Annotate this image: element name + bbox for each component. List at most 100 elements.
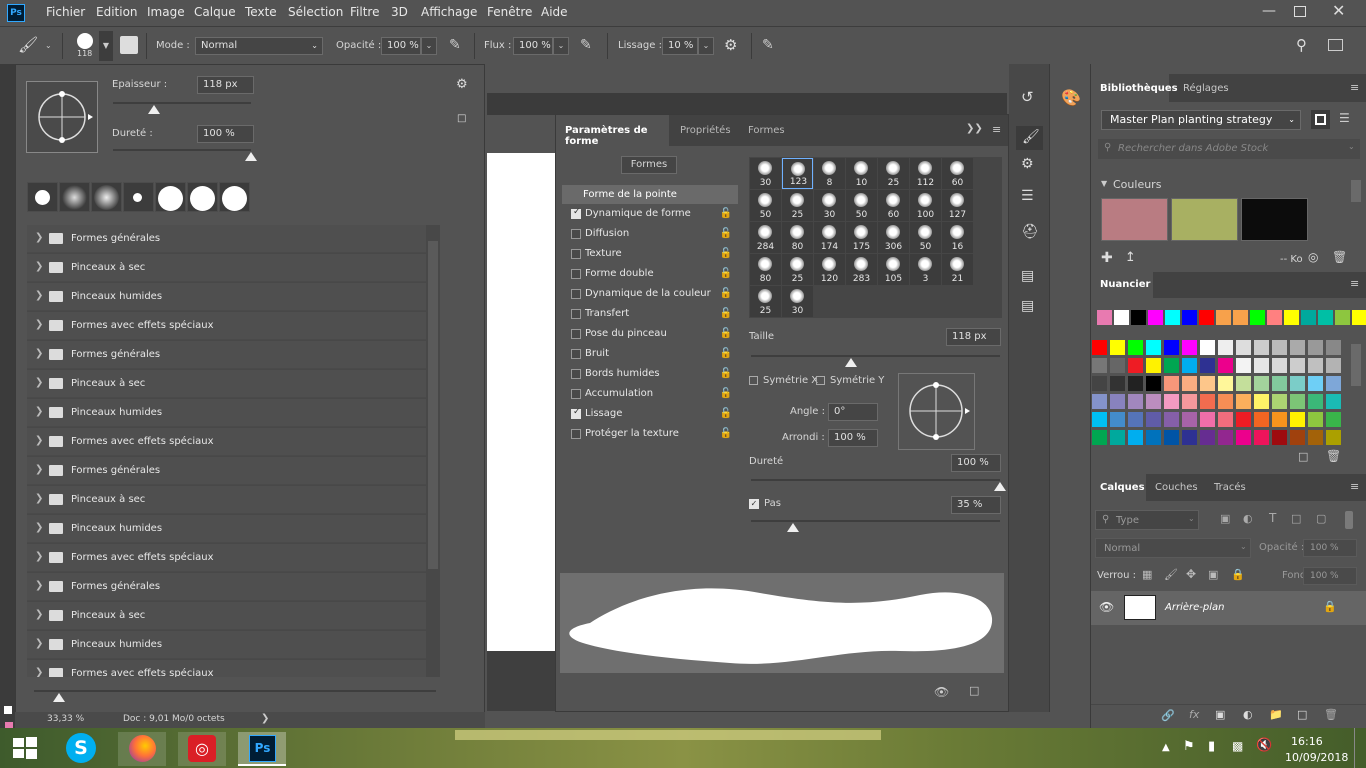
brush-tip-shape-item[interactable]: Forme de la pointe: [562, 185, 738, 204]
network-icon[interactable]: ▩: [1232, 739, 1243, 753]
library-color-swatch[interactable]: [1171, 198, 1238, 241]
brush-folder-row[interactable]: ❯ Formes générales: [27, 341, 426, 369]
swatch[interactable]: [1254, 430, 1269, 445]
option-label[interactable]: Bords humides: [585, 368, 660, 379]
filter-pixel-icon[interactable]: ▣: [1220, 512, 1230, 525]
flag-icon[interactable]: ⚑: [1183, 739, 1195, 754]
menu-filtre[interactable]: Filtre: [350, 5, 379, 19]
library-color-swatch[interactable]: [1101, 198, 1168, 241]
size-slider-thumb[interactable]: [844, 358, 857, 367]
hardness-slider-thumb[interactable]: [994, 482, 1006, 491]
option-label[interactable]: Forme double: [585, 268, 654, 279]
windows-start-icon[interactable]: [12, 736, 38, 760]
clock-time[interactable]: 16:16: [1291, 735, 1323, 748]
tab-channels[interactable]: Couches: [1155, 482, 1198, 493]
brush-folder-row[interactable]: ❯ Pinceaux humides: [27, 399, 426, 427]
swatch[interactable]: [1326, 430, 1341, 445]
recent-brush[interactable]: [155, 182, 186, 212]
swatch[interactable]: [1290, 394, 1305, 409]
recent-brush[interactable]: [219, 182, 250, 212]
brush-tip-cell[interactable]: 80: [750, 254, 781, 285]
swatch[interactable]: [1110, 430, 1125, 445]
gear-icon[interactable]: ⚙: [724, 36, 737, 54]
swatch[interactable]: [1272, 430, 1287, 445]
menu-fenetre[interactable]: Fenêtre: [487, 5, 532, 19]
swatch[interactable]: [1164, 430, 1179, 445]
brush-tip-cell[interactable]: 16: [942, 222, 973, 253]
swatch[interactable]: [1308, 376, 1323, 391]
brush-folder-row[interactable]: ❯ Pinceaux humides: [27, 283, 426, 311]
tab-adjustments[interactable]: Réglages: [1183, 83, 1229, 94]
brush-tip-cell[interactable]: 25: [782, 190, 813, 221]
brush-tip-cell[interactable]: 30: [750, 158, 781, 189]
brush-folder-row[interactable]: ❯ Pinceaux humides: [27, 515, 426, 543]
brush-option-row[interactable]: Accumulation 🔓: [562, 384, 738, 404]
swatch[interactable]: [1182, 430, 1197, 445]
swatch[interactable]: [1146, 430, 1161, 445]
brush-tip-cell[interactable]: 174: [814, 222, 845, 253]
picker-size-field[interactable]: 118 px: [197, 76, 254, 94]
swatch[interactable]: [1128, 394, 1143, 409]
list-view-icon[interactable]: ☰: [1339, 111, 1350, 125]
lock-icon[interactable]: 🔓: [720, 388, 732, 399]
chevron-right-icon[interactable]: ❯: [35, 667, 43, 677]
option-checkbox[interactable]: [571, 389, 581, 399]
document-canvas[interactable]: [487, 153, 556, 651]
airbrush-icon[interactable]: ✎: [580, 37, 592, 53]
brush-tip-cell[interactable]: 25: [750, 286, 781, 317]
mode-select[interactable]: Normal ⌄: [195, 37, 323, 55]
folder-list-scrollbar[interactable]: [428, 241, 438, 569]
brush-tip-cell[interactable]: 100: [910, 190, 941, 221]
brush-folder-row[interactable]: ❯ Formes avec effets spéciaux: [27, 428, 426, 456]
option-label[interactable]: Dynamique de la couleur: [585, 288, 711, 299]
chevron-down-icon[interactable]: ⌄: [45, 41, 52, 50]
lock-icon[interactable]: 🔓: [720, 208, 732, 219]
preview-size-thumb[interactable]: [53, 693, 65, 702]
brush-preview-icon[interactable]: [77, 33, 93, 49]
brush-option-row[interactable]: ✓ Lissage 🔓: [562, 404, 738, 424]
brush-tip-cell[interactable]: 306: [878, 222, 909, 253]
new-preset-icon[interactable]: □: [457, 113, 466, 124]
swatch[interactable]: [1164, 340, 1179, 355]
brush-folder-row[interactable]: ❯ Formes générales: [27, 457, 426, 485]
brush-folder-row[interactable]: ❯ Pinceaux à sec: [27, 370, 426, 398]
brush-tip-cell[interactable]: 283: [846, 254, 877, 285]
swatch[interactable]: [1218, 340, 1233, 355]
option-label[interactable]: Texture: [585, 248, 622, 259]
photoshop-taskbar-button[interactable]: Ps: [238, 732, 286, 766]
zoom-level[interactable]: 33,33 %: [47, 714, 84, 724]
filter-toggle[interactable]: [1345, 511, 1353, 529]
lock-icon[interactable]: 🔓: [720, 428, 732, 439]
flow-dropdown[interactable]: ⌄: [553, 37, 569, 55]
new-brush-icon[interactable]: □: [969, 684, 979, 697]
brush-folder-row[interactable]: ❯ Pinceaux à sec: [27, 254, 426, 282]
swatch[interactable]: [1254, 376, 1269, 391]
brushes-button[interactable]: Formes: [621, 156, 677, 174]
lock-all-icon[interactable]: 🔒: [1231, 568, 1245, 581]
stamp-icon[interactable]: ⛑: [1021, 224, 1039, 240]
swatch[interactable]: [1290, 430, 1305, 445]
size-slider[interactable]: [751, 355, 1000, 357]
menu-affichage[interactable]: Affichage: [421, 5, 477, 19]
workspace-icon[interactable]: [1328, 39, 1343, 51]
chevron-right-icon[interactable]: ❯: [35, 232, 43, 243]
size-field[interactable]: 118 px: [946, 328, 1001, 346]
flip-x-checkbox[interactable]: [749, 376, 758, 385]
panel-menu-icon[interactable]: ≡: [1350, 480, 1359, 493]
chevron-right-icon[interactable]: ❯: [35, 319, 43, 330]
brush-option-row[interactable]: Transfert 🔓: [562, 304, 738, 324]
swatch[interactable]: [1182, 340, 1197, 355]
library-color-swatch[interactable]: [1241, 198, 1308, 241]
swatch[interactable]: [1326, 340, 1341, 355]
brush-tip-cell[interactable]: 10: [846, 158, 877, 189]
swatch[interactable]: [1290, 376, 1305, 391]
swatch[interactable]: [1182, 394, 1197, 409]
brush-option-row[interactable]: ✓ Dynamique de forme 🔓: [562, 204, 738, 224]
swatch[interactable]: [1254, 358, 1269, 373]
lock-icon[interactable]: 🔓: [720, 268, 732, 279]
swatch[interactable]: [1290, 412, 1305, 427]
swatch[interactable]: [1092, 358, 1107, 373]
swatch[interactable]: [1236, 412, 1251, 427]
swatch[interactable]: [1218, 412, 1233, 427]
option-checkbox[interactable]: ✓: [571, 207, 581, 219]
